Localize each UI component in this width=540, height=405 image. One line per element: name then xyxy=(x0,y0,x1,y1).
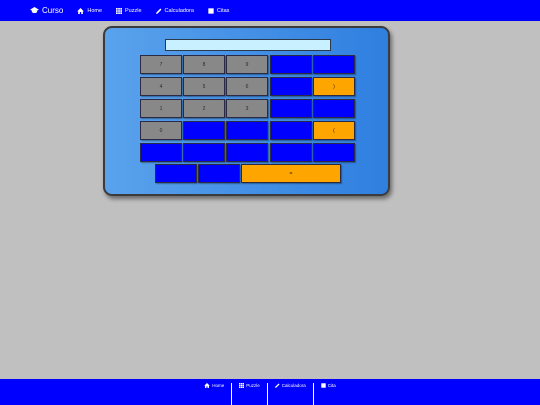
nav-link-puzzle-label: Puzzle xyxy=(125,7,142,14)
book-icon xyxy=(321,383,326,388)
pencil-icon xyxy=(155,8,162,14)
book-icon xyxy=(208,7,214,14)
key-blue-r5c2[interactable] xyxy=(183,143,225,162)
footer-link-cita-label: Cita xyxy=(327,383,336,388)
footer-link-cita[interactable]: Cita xyxy=(312,383,343,405)
key-blue-r1c5[interactable] xyxy=(313,55,355,74)
key-blue-r5c1[interactable] xyxy=(140,143,182,162)
brand-link[interactable]: Curso xyxy=(30,6,63,15)
key-blue-r4c2[interactable] xyxy=(183,121,225,140)
key-blue-r4c3[interactable] xyxy=(226,121,268,140)
key-blue-r3c5[interactable] xyxy=(313,99,355,118)
top-navbar: Curso Home Puzzle Calculadora Citas xyxy=(0,0,540,21)
home-icon xyxy=(77,7,85,14)
footer-bar: Home Puzzle Calculadora Cita xyxy=(0,379,540,405)
graduation-cap-icon xyxy=(30,7,39,14)
key-3[interactable]: 3 xyxy=(226,99,268,118)
footer-link-puzzle-label: Puzzle xyxy=(246,383,260,388)
key-blue-r3c4[interactable] xyxy=(270,99,312,118)
key-blue-r5c4[interactable] xyxy=(270,143,312,162)
key-8[interactable]: 8 xyxy=(183,55,225,74)
key-4[interactable]: 4 xyxy=(140,77,182,96)
key-7[interactable]: 7 xyxy=(140,55,182,74)
nav-link-home[interactable]: Home xyxy=(77,7,103,14)
nav-link-citas-label: Citas xyxy=(216,7,230,14)
grid-icon xyxy=(116,7,123,14)
grid-icon xyxy=(239,383,245,388)
nav-link-home-label: Home xyxy=(87,7,103,14)
footer-link-home-label: Home xyxy=(212,383,225,388)
key-6[interactable]: 6 xyxy=(226,77,268,96)
footer-link-puzzle[interactable]: Puzzle xyxy=(231,383,267,405)
key-blue-r2c4[interactable] xyxy=(270,77,312,96)
key-close-paren[interactable]: ) xyxy=(313,77,355,96)
calculator-panel: 7 8 9 4 5 6 ) 1 2 3 0 ( = xyxy=(103,26,390,196)
footer-link-home[interactable]: Home xyxy=(197,383,231,405)
nav-link-calculadora[interactable]: Calculadora xyxy=(155,7,194,14)
nav-link-calculadora-label: Calculadora xyxy=(164,7,194,14)
key-0[interactable]: 0 xyxy=(140,121,182,140)
key-blue-r5c5[interactable] xyxy=(313,143,355,162)
key-blue-r5c3[interactable] xyxy=(226,143,268,162)
calculator-display[interactable] xyxy=(165,39,331,51)
home-icon xyxy=(204,383,210,388)
brand-label: Curso xyxy=(42,6,64,15)
key-equals[interactable]: = xyxy=(241,164,341,183)
key-blue-r6c1[interactable] xyxy=(155,164,197,183)
nav-link-citas[interactable]: Citas xyxy=(208,7,230,14)
key-2[interactable]: 2 xyxy=(183,99,225,118)
key-9[interactable]: 9 xyxy=(226,55,268,74)
footer-link-calculadora[interactable]: Calculadora xyxy=(266,383,313,405)
nav-link-puzzle[interactable]: Puzzle xyxy=(116,7,142,14)
key-blue-r4c4[interactable] xyxy=(270,121,312,140)
key-blue-r6c2[interactable] xyxy=(198,164,240,183)
key-1[interactable]: 1 xyxy=(140,99,182,118)
footer-link-calculadora-label: Calculadora xyxy=(281,383,306,388)
key-open-paren[interactable]: ( xyxy=(313,121,355,140)
key-blue-r1c4[interactable] xyxy=(270,55,312,74)
pencil-icon xyxy=(274,383,280,388)
key-5[interactable]: 5 xyxy=(183,77,225,96)
